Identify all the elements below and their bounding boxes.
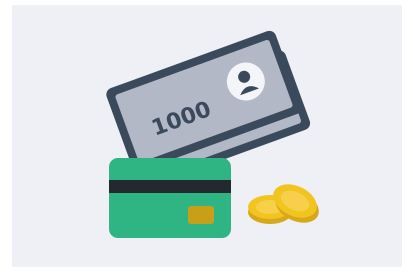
coin-stack-icon	[248, 184, 319, 224]
illustration-frame: 1000	[0, 0, 413, 275]
credit-card-icon	[109, 158, 231, 238]
payment-illustration: 1000	[106, 30, 319, 238]
